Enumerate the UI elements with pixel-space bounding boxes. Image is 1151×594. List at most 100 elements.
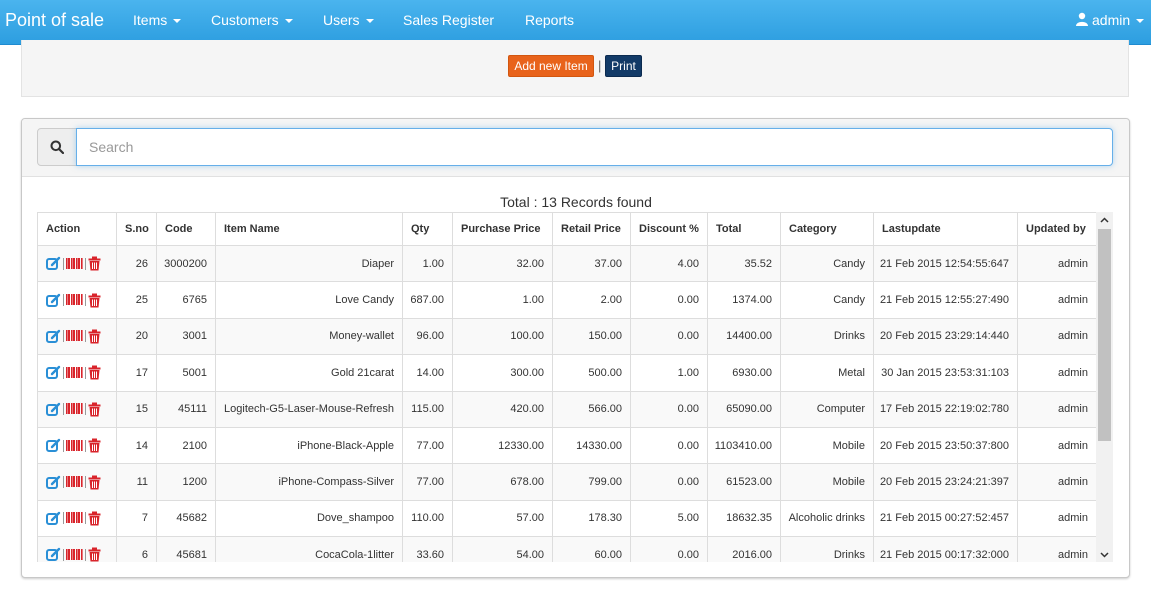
sno-cell: 25	[116, 281, 157, 319]
code-cell: 1200	[156, 463, 216, 501]
user-menu[interactable]: admin	[1075, 12, 1145, 28]
edit-icon[interactable]	[46, 329, 61, 344]
column-header[interactable]: Total	[707, 212, 781, 246]
chevron-down-icon	[1100, 551, 1109, 558]
lastupdate-cell: 20 Feb 2015 23:24:21:397	[873, 463, 1018, 501]
barcode-icon[interactable]	[66, 366, 83, 380]
chevron-down-icon	[365, 19, 374, 24]
barcode-icon[interactable]	[66, 257, 83, 271]
scroll-down-arrow[interactable]	[1096, 547, 1113, 562]
sno-cell: 6	[116, 536, 157, 562]
column-header[interactable]: Action	[37, 212, 117, 246]
trash-icon[interactable]	[88, 329, 101, 344]
sno-cell: 26	[116, 244, 157, 283]
edit-icon[interactable]	[46, 402, 61, 417]
action-cell	[37, 426, 117, 465]
purchase-price-cell: 300.00	[452, 354, 553, 392]
nav-reports[interactable]: Reports	[525, 12, 574, 28]
table-row: 17 5001 Gold 21carat 14.00 300.00 500.00 1.00 6…	[37, 354, 1096, 392]
action-cell	[37, 463, 117, 501]
print-button[interactable]: Print	[605, 55, 642, 77]
trash-icon[interactable]	[88, 256, 101, 271]
edit-icon[interactable]	[46, 293, 61, 308]
column-header[interactable]: Item Name	[215, 212, 403, 246]
item-name-cell: iPhone-Black-Apple	[215, 426, 403, 465]
column-header[interactable]: S.no	[116, 212, 157, 246]
barcode-icon[interactable]	[66, 511, 83, 525]
edit-icon[interactable]	[46, 475, 61, 490]
updated-by-cell: admin	[1017, 390, 1096, 428]
column-header[interactable]: Retail Price	[552, 212, 631, 246]
category-cell: Mobile	[780, 426, 874, 465]
barcode-icon[interactable]	[66, 329, 83, 343]
qty-cell: 115.00	[402, 390, 453, 428]
barcode-icon[interactable]	[66, 293, 83, 307]
column-header[interactable]: Category	[780, 212, 874, 246]
column-header[interactable]: Discount %	[630, 212, 708, 246]
sno-cell: 7	[116, 499, 157, 538]
code-cell: 3000200	[156, 244, 216, 283]
nav-sales-register[interactable]: Sales Register	[403, 12, 494, 28]
items-table: Action S.no Code Item Name Qty Purchase Price…	[37, 212, 1096, 562]
purchase-price-cell: 678.00	[452, 463, 553, 501]
trash-icon[interactable]	[88, 438, 101, 453]
chevron-down-icon	[173, 19, 182, 24]
column-header[interactable]: Updated by	[1017, 212, 1096, 246]
trash-icon[interactable]	[88, 293, 101, 308]
search-icon	[50, 140, 64, 154]
barcode-icon[interactable]	[66, 402, 83, 416]
item-name-cell: CocaCola-1litter	[215, 536, 403, 562]
add-new-item-button[interactable]: Add new Item	[508, 55, 594, 77]
brand-link[interactable]: Point of sale	[5, 10, 104, 31]
purchase-price-cell: 54.00	[452, 536, 553, 562]
table-scrollbar[interactable]	[1096, 212, 1113, 562]
updated-by-cell: admin	[1017, 499, 1096, 538]
discount-cell: 0.00	[630, 463, 708, 501]
scroll-thumb[interactable]	[1098, 229, 1111, 441]
trash-icon[interactable]	[88, 511, 101, 526]
action-divider	[63, 403, 64, 416]
sno-cell: 15	[116, 390, 157, 428]
nav-items-menu[interactable]: Items	[133, 12, 182, 28]
retail-price-cell: 178.30	[552, 499, 631, 538]
edit-icon[interactable]	[46, 511, 61, 526]
trash-icon[interactable]	[88, 547, 101, 562]
total-cell: 14400.00	[707, 317, 781, 356]
discount-cell: 0.00	[630, 317, 708, 356]
nav-users-menu[interactable]: Users	[323, 12, 374, 28]
sno-cell: 11	[116, 463, 157, 501]
updated-by-cell: admin	[1017, 244, 1096, 283]
retail-price-cell: 2.00	[552, 281, 631, 319]
category-cell: Candy	[780, 281, 874, 319]
nav-customers-menu[interactable]: Customers	[211, 12, 293, 28]
edit-icon[interactable]	[46, 438, 61, 453]
column-header[interactable]: Lastupdate	[873, 212, 1018, 246]
qty-cell: 96.00	[402, 317, 453, 356]
lastupdate-cell: 21 Feb 2015 12:54:55:647	[873, 244, 1018, 283]
search-input[interactable]	[76, 128, 1113, 166]
column-header[interactable]: Qty	[402, 212, 453, 246]
code-cell: 3001	[156, 317, 216, 356]
qty-cell: 687.00	[402, 281, 453, 319]
barcode-icon[interactable]	[66, 475, 83, 489]
trash-icon[interactable]	[88, 475, 101, 490]
scroll-up-arrow[interactable]	[1096, 212, 1113, 227]
search-button[interactable]	[37, 128, 77, 166]
trash-icon[interactable]	[88, 402, 101, 417]
item-name-cell: Dove_shampoo	[215, 499, 403, 538]
column-header[interactable]: Code	[156, 212, 216, 246]
code-cell: 45681	[156, 536, 216, 562]
barcode-icon[interactable]	[66, 439, 83, 453]
column-header[interactable]: Purchase Price	[452, 212, 553, 246]
edit-icon[interactable]	[46, 256, 61, 271]
nav-users-label: Users	[323, 12, 360, 28]
total-cell: 65090.00	[707, 390, 781, 428]
retail-price-cell: 37.00	[552, 244, 631, 283]
action-divider	[63, 439, 64, 452]
edit-icon[interactable]	[46, 547, 61, 562]
category-cell: Candy	[780, 244, 874, 283]
barcode-icon[interactable]	[66, 548, 83, 562]
edit-icon[interactable]	[46, 365, 61, 380]
trash-icon[interactable]	[88, 365, 101, 380]
action-divider	[85, 439, 86, 452]
